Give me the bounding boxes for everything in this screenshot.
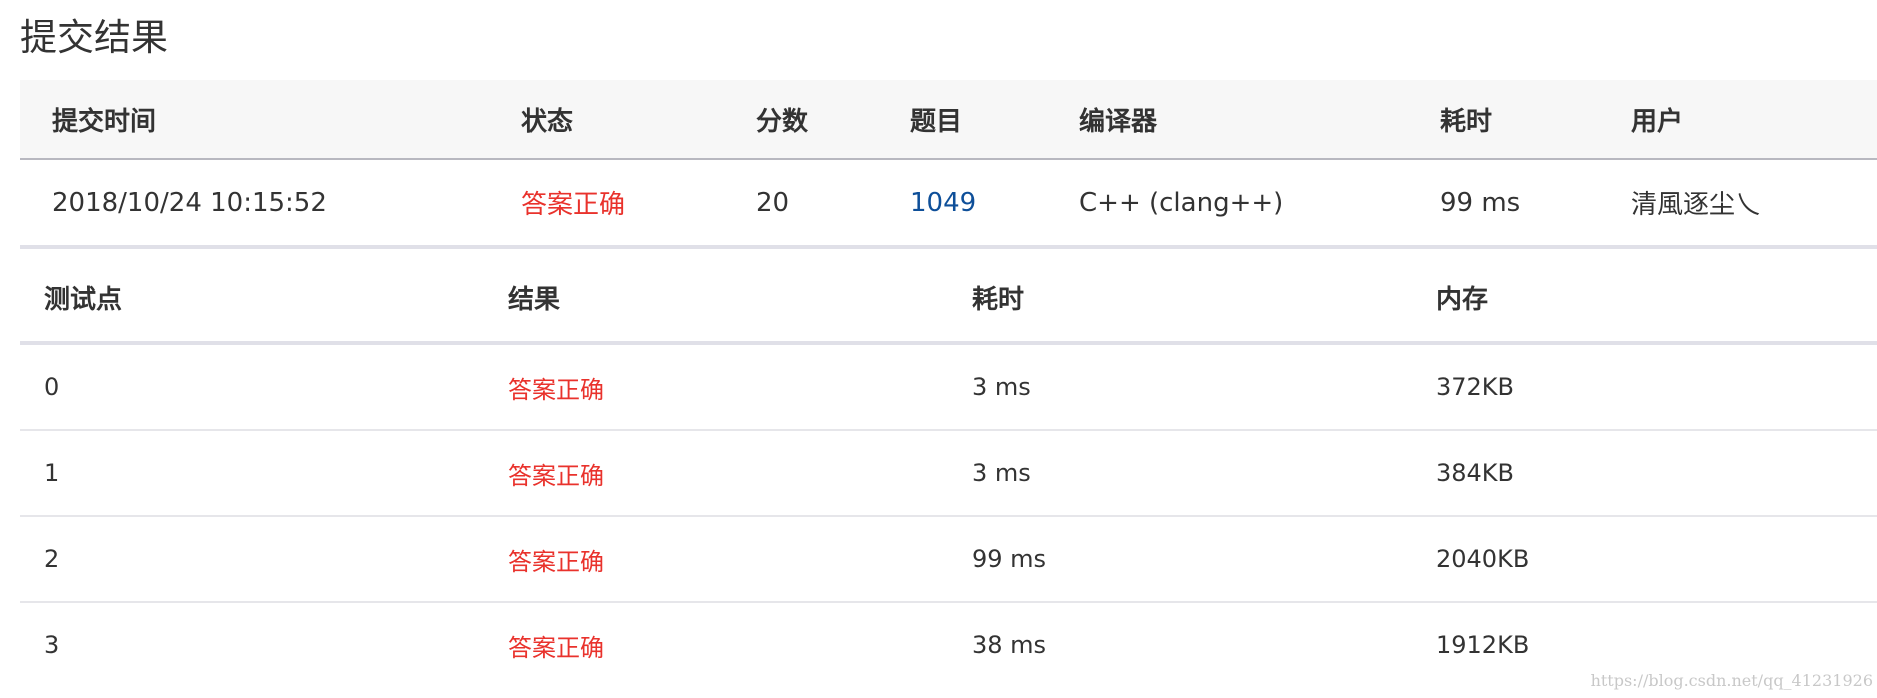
case-result: 答案正确 [508,375,604,404]
case-elapsed: 38 ms [972,631,1047,659]
header-compiler: 编译器 [1079,106,1158,137]
elapsed-time: 99 ms [1440,187,1521,218]
header-testcase: 测试点 [44,284,123,315]
compiler: C++ (clang++) [1079,187,1284,218]
submission-table: 提交时间 状态 分数 题目 编译器 耗时 用户 2018/10/24 10:15… [20,80,1877,249]
header-result: 结果 [508,284,561,315]
case-elapsed: 3 ms [972,459,1031,487]
header-case-elapsed: 耗时 [972,284,1025,315]
case-result: 答案正确 [508,633,604,662]
case-result: 答案正确 [508,547,604,576]
submit-time: 2018/10/24 10:15:52 [52,187,327,218]
case-id: 3 [44,631,60,659]
header-score: 分数 [756,106,809,137]
table-row: 1 答案正确 3 ms 384KB [20,431,1877,517]
user-name: 清風逐尘乀 [1631,190,1762,220]
header-problem: 题目 [910,106,963,137]
header-elapsed: 耗时 [1440,106,1493,137]
case-elapsed: 3 ms [972,373,1031,401]
problem-link[interactable]: 1049 [910,160,976,245]
submission-table-header: 提交时间 状态 分数 题目 编译器 耗时 用户 [20,80,1877,160]
header-memory: 内存 [1436,284,1489,315]
case-memory: 2040KB [1436,545,1530,573]
submission-row: 2018/10/24 10:15:52 答案正确 20 1049 C++ (cl… [20,160,1877,249]
case-id: 1 [44,459,60,487]
page-title: 提交结果 [20,16,168,59]
case-memory: 1912KB [1436,631,1530,659]
score: 20 [756,187,790,218]
table-row: 0 答案正确 3 ms 372KB [20,345,1877,431]
header-status: 状态 [521,106,574,137]
case-memory: 384KB [1436,459,1515,487]
case-id: 2 [44,545,60,573]
status-accepted: 答案正确 [521,190,626,220]
case-result: 答案正确 [508,461,604,490]
watermark: https://blog.csdn.net/qq_41231926 [1590,671,1873,690]
table-row: 2 答案正确 99 ms 2040KB [20,517,1877,603]
case-memory: 372KB [1436,373,1515,401]
case-id: 0 [44,373,60,401]
case-elapsed: 99 ms [972,545,1047,573]
header-submit-time: 提交时间 [52,106,157,137]
header-user: 用户 [1631,106,1684,137]
testcase-table: 测试点 结果 耗时 内存 0 答案正确 3 ms 372KB 1 答案正确 3 … [20,253,1877,687]
testcase-table-header: 测试点 结果 耗时 内存 [20,253,1877,345]
